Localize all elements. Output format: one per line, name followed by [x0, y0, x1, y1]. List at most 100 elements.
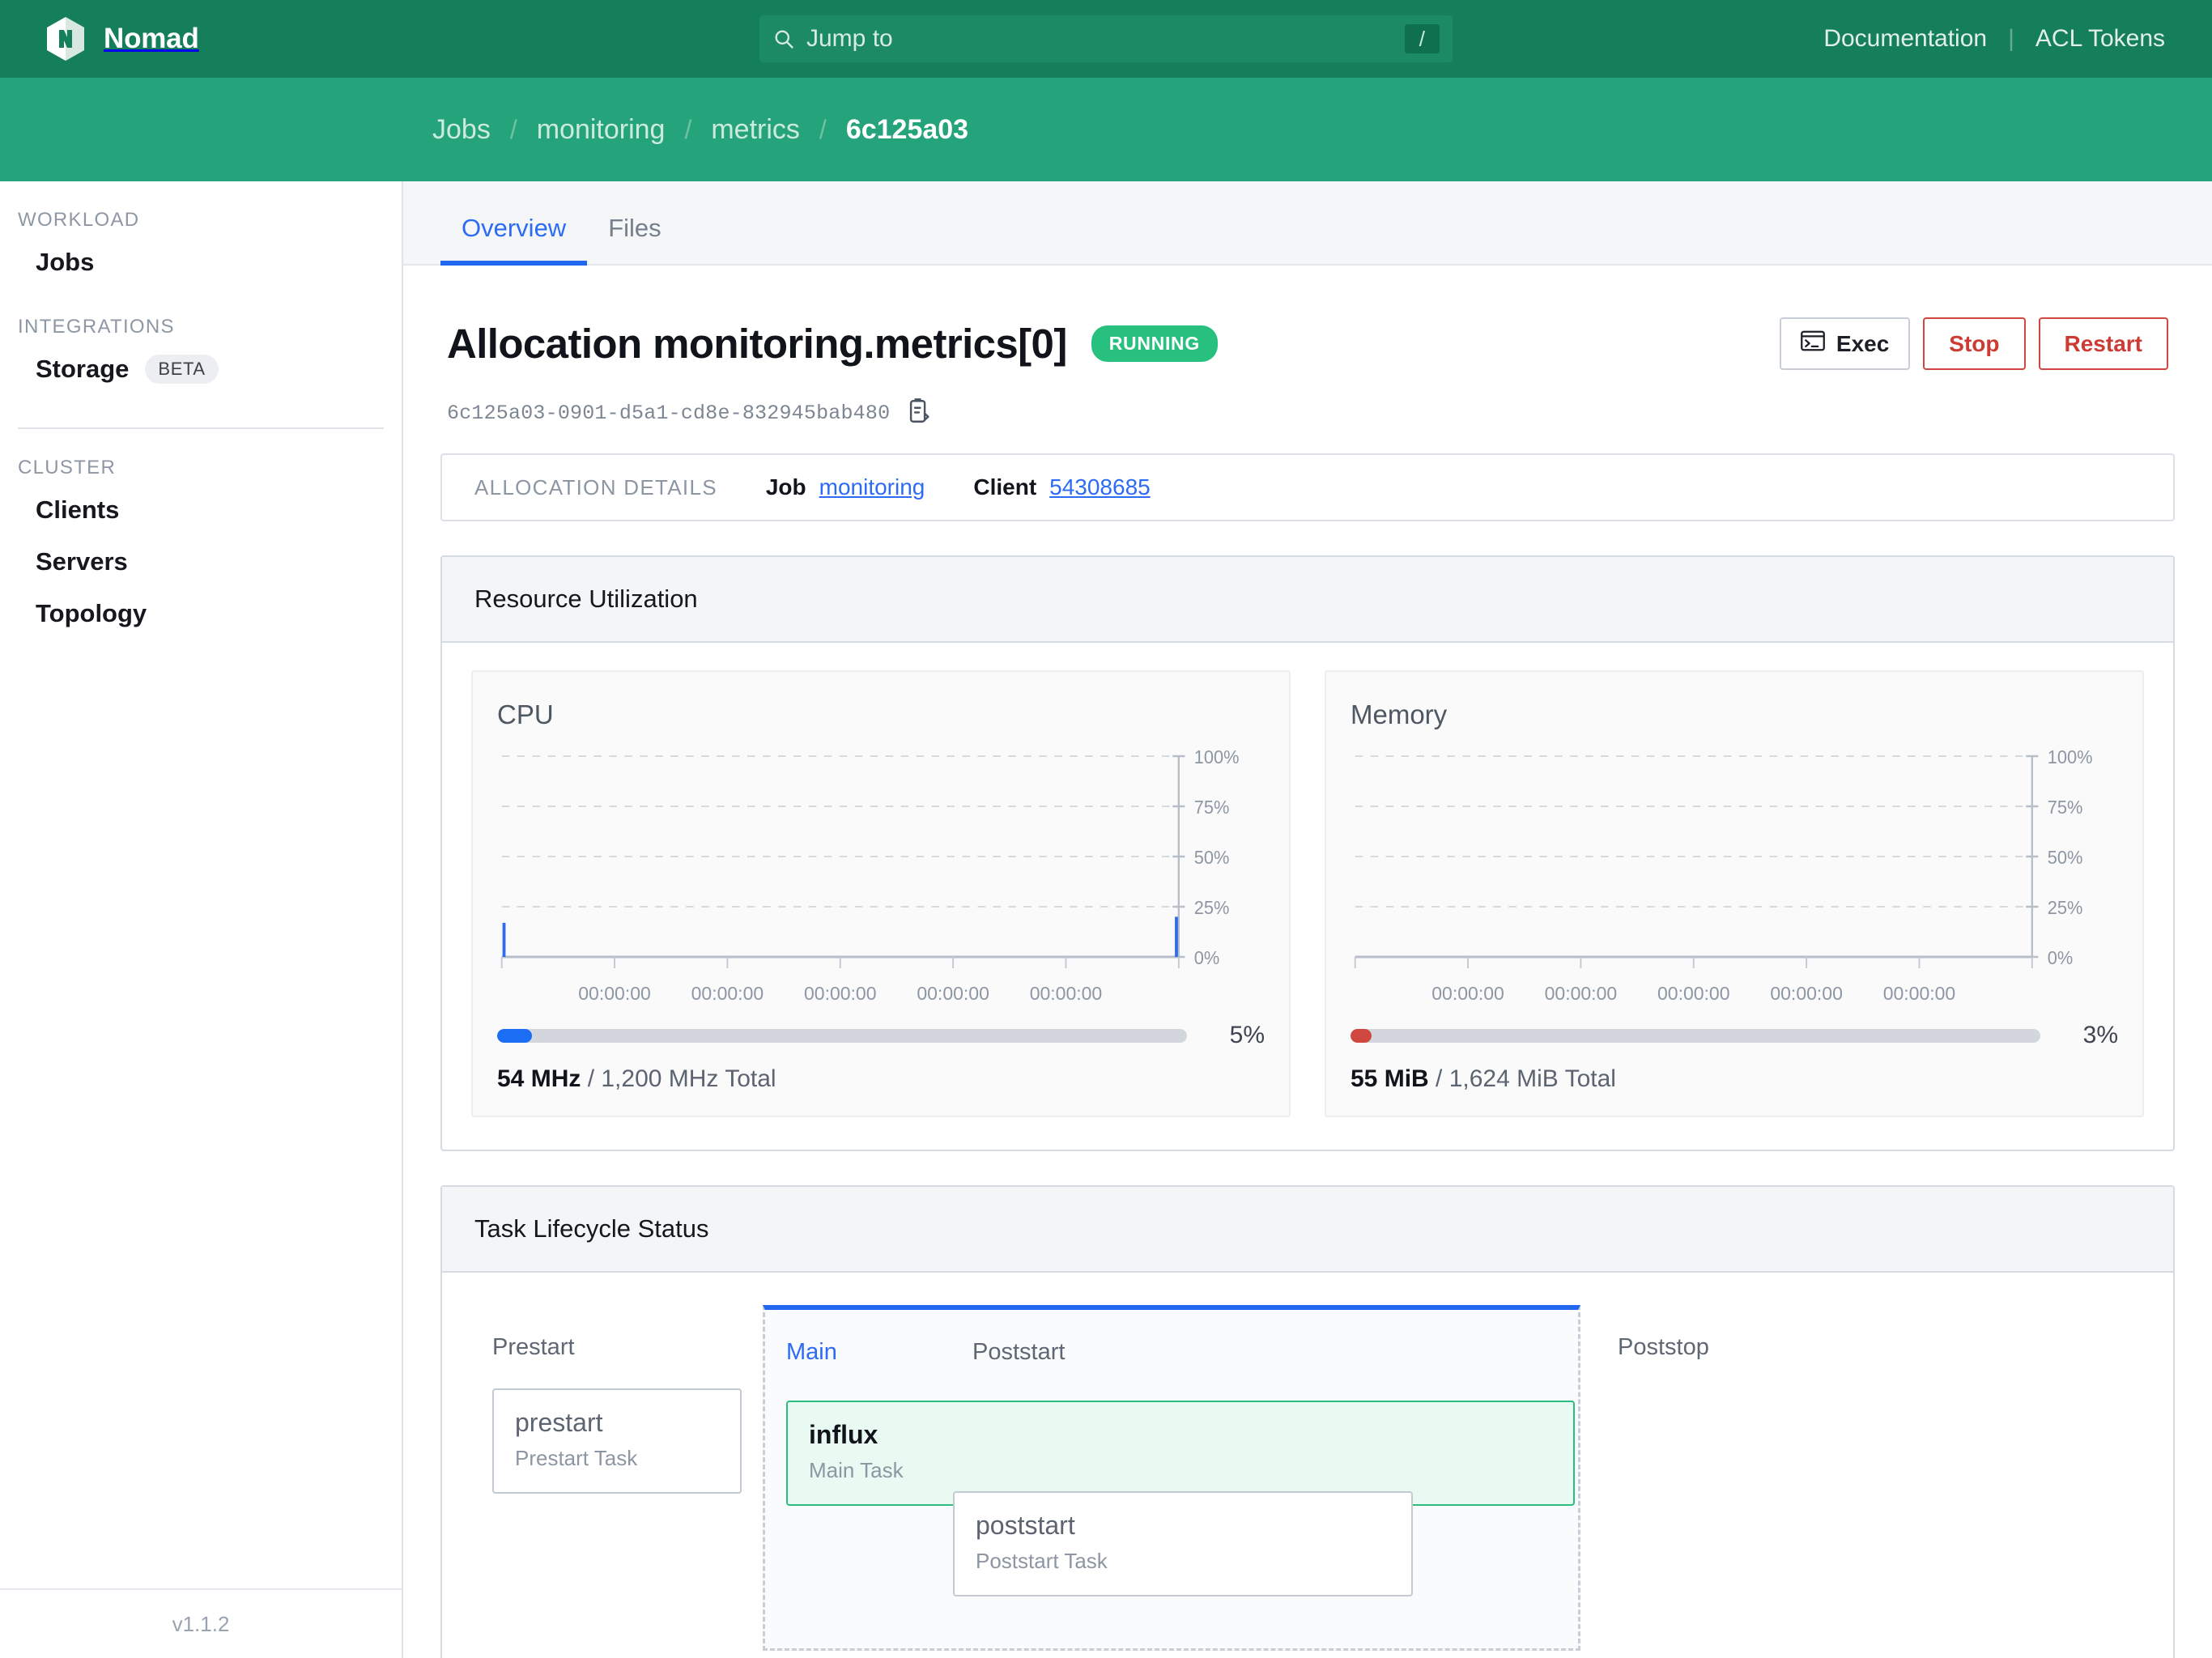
documentation-link[interactable]: Documentation	[1823, 25, 1987, 53]
exec-button-label: Exec	[1836, 330, 1890, 356]
svg-text:100%: 100%	[1194, 748, 1240, 767]
sidebar-group-workload-label: WORKLOAD	[18, 209, 140, 231]
sidebar-item-storage[interactable]: Storage BETA	[0, 343, 402, 395]
x-axis-tick-label: 00:00:00	[917, 983, 989, 1004]
cpu-chart-title: CPU	[497, 699, 554, 729]
task-card-influx[interactable]: influx Main Task	[786, 1401, 1575, 1506]
stop-button[interactable]: Stop	[1923, 317, 2026, 370]
allocation-details-client: Client 54308685	[973, 474, 1150, 500]
x-axis-tick-label: 00:00:00	[578, 983, 651, 1004]
header-link-separator: |	[2008, 25, 2014, 52]
svg-text:25%: 25%	[2048, 897, 2083, 918]
lifecycle-prestart-label: Prestart	[492, 1334, 575, 1360]
breadcrumb-separator: /	[509, 114, 517, 144]
task-lifecycle-panel: Task Lifecycle Status Prestart prestart …	[440, 1185, 2175, 1658]
svg-text:0%: 0%	[2048, 947, 2074, 968]
breadcrumb-item-metrics[interactable]: metrics	[711, 114, 800, 146]
cpu-chart-card: CPU 0% 25% 50% 75% 100% 00:00:00 00:00:00 00:0…	[471, 670, 1291, 1117]
svg-text:0%: 0%	[1194, 947, 1220, 968]
task-name: prestart	[515, 1408, 603, 1437]
breadcrumb-item-monitoring[interactable]: monitoring	[537, 114, 666, 146]
cpu-chart[interactable]: 0% 25% 50% 75% 100% 00:00:00 00:00:00 00:00:00…	[497, 748, 1265, 1004]
copy-to-clipboard-icon[interactable]	[906, 397, 932, 429]
search-icon	[772, 28, 795, 50]
sidebar-version: v1.1.2	[0, 1588, 402, 1658]
task-kind: Prestart Task	[515, 1446, 638, 1470]
acl-tokens-link[interactable]: ACL Tokens	[2035, 25, 2165, 53]
lifecycle-poststop-label: Poststop	[1618, 1334, 1709, 1360]
breadcrumb-item-current: 6c125a03	[845, 113, 969, 145]
task-card-prestart[interactable]: prestart Prestart Task	[492, 1388, 742, 1494]
search-shortcut-key: /	[1404, 23, 1440, 54]
status-badge: RUNNING	[1091, 325, 1218, 362]
cpu-percent: 5%	[1229, 1022, 1265, 1048]
x-axis-tick-label: 00:00:00	[1770, 983, 1843, 1004]
memory-meter-fill	[1351, 1028, 1372, 1043]
allocation-id-row: 6c125a03-0901-d5a1-cd8e-832945bab480	[440, 370, 2175, 429]
task-name: influx	[809, 1420, 878, 1449]
x-axis-tick-label: 00:00:00	[803, 983, 877, 1004]
cpu-meter-track	[497, 1028, 1187, 1043]
lifecycle-poststart-label: Poststart	[972, 1339, 1066, 1365]
sidebar-divider	[18, 427, 384, 429]
brand-name: Nomad	[104, 23, 199, 54]
x-axis-tick-label: 00:00:00	[691, 983, 764, 1004]
restart-button-label: Restart	[2064, 330, 2142, 356]
task-kind: Poststart Task	[976, 1549, 1108, 1573]
sidebar-item-label: Jobs	[36, 248, 95, 276]
allocation-details-bar: ALLOCATION DETAILS Job monitoring Client…	[440, 453, 2175, 521]
memory-meter-track	[1351, 1028, 2040, 1043]
job-link[interactable]: monitoring	[819, 474, 925, 500]
sidebar-item-label: Servers	[36, 547, 128, 576]
sidebar-group-integrations-label: INTEGRATIONS	[18, 316, 175, 338]
nomad-hexagon-logo-icon	[45, 16, 86, 62]
global-header: Nomad Jump to / Documentation | ACL Toke…	[0, 0, 2212, 78]
beta-badge: BETA	[145, 355, 219, 384]
allocation-id: 6c125a03-0901-d5a1-cd8e-832945bab480	[447, 402, 891, 425]
x-axis-tick-label: 00:00:00	[1029, 983, 1103, 1004]
svg-text:50%: 50%	[1194, 847, 1230, 868]
memory-chart-card: Memory 0% 25% 50% 75% 100% 00:00:00 00:00:00 0…	[1325, 670, 2144, 1117]
memory-x-axis-labels: 00:00:00 00:00:00 00:00:00 00:00:00 00:00:00	[1351, 983, 2118, 1007]
sidebar-item-label: Clients	[36, 495, 120, 524]
header-links: Documentation | ACL Tokens	[1823, 0, 2165, 78]
memory-chart[interactable]: 0% 25% 50% 75% 100% 00:00:00 00:00:00 00:00:00…	[1351, 748, 2118, 1004]
svg-text:50%: 50%	[2048, 847, 2083, 868]
memory-usage-line: 55 MiB / 1,624 MiB Total	[1351, 1065, 2118, 1093]
exec-button[interactable]: Exec	[1779, 317, 1911, 370]
task-card-poststart[interactable]: poststart Poststart Task	[953, 1491, 1413, 1596]
job-key: Job	[765, 474, 806, 500]
breadcrumb-item-jobs[interactable]: Jobs	[432, 114, 491, 146]
task-name: poststart	[976, 1511, 1075, 1540]
sidebar-item-clients[interactable]: Clients	[0, 484, 402, 536]
resource-utilization-panel: Resource Utilization CPU 0% 25% 50% 75% 100%…	[440, 555, 2175, 1151]
search-input[interactable]: Jump to /	[759, 15, 1453, 62]
brand-home-link[interactable]: Nomad	[45, 16, 199, 62]
sidebar-item-servers[interactable]: Servers	[0, 536, 402, 588]
stop-button-label: Stop	[1949, 330, 2000, 356]
lifecycle-column-prestart: Prestart prestart Prestart Task	[471, 1305, 763, 1651]
task-lifecycle-heading: Task Lifecycle Status	[442, 1187, 2173, 1273]
tab-overview[interactable]: Overview	[440, 214, 588, 266]
cpu-meter: 5%	[497, 1022, 1265, 1049]
sidebar-item-topology[interactable]: Topology	[0, 588, 402, 640]
restart-button[interactable]: Restart	[2038, 317, 2168, 370]
breadcrumb-separator: /	[684, 114, 692, 144]
sidebar-item-label: Storage	[36, 355, 130, 383]
sidebar-item-jobs[interactable]: Jobs	[0, 236, 402, 288]
allocation-details-job: Job monitoring	[766, 474, 925, 500]
svg-text:75%: 75%	[1194, 797, 1230, 818]
memory-total-value: / 1,624 MiB Total	[1436, 1065, 1616, 1092]
sidebar-item-label: Topology	[36, 599, 147, 627]
memory-percent: 3%	[2082, 1022, 2118, 1048]
sidebar: WORKLOAD Jobs INTEGRATIONS Storage BETA …	[0, 181, 403, 1658]
x-axis-tick-label: 00:00:00	[1544, 983, 1618, 1004]
breadcrumb-separator: /	[819, 114, 827, 144]
client-key: Client	[973, 474, 1037, 500]
cpu-meter-fill	[497, 1028, 532, 1043]
client-link[interactable]: 54308685	[1049, 474, 1151, 500]
tab-files[interactable]: Files	[587, 214, 682, 266]
memory-meter: 3%	[1351, 1022, 2118, 1049]
page-actions: Exec Stop Restart	[1779, 317, 2168, 370]
x-axis-tick-label: 00:00:00	[1431, 983, 1504, 1004]
